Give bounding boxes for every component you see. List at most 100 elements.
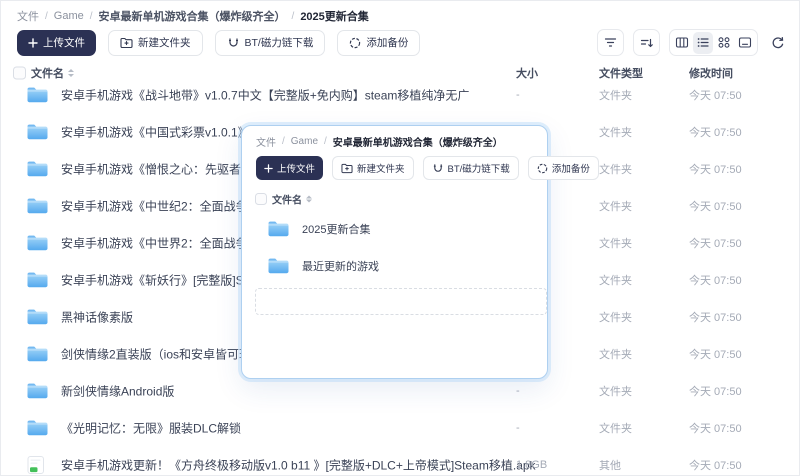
plus-icon (28, 37, 38, 48)
popup-bt-download-label: BT/磁力链下载 (447, 164, 510, 175)
sort-arrows-icon (306, 195, 312, 203)
breadcrumb-item[interactable]: 文件 (256, 134, 276, 149)
view-controls (597, 29, 789, 56)
refresh-icon (771, 36, 785, 50)
popup-table-header: 文件名 (242, 190, 547, 208)
table-row[interactable]: 2025更新合集 (242, 210, 547, 247)
column-view-icon (675, 36, 689, 49)
file-name: 安卓手机游戏《战斗地带》v1.0.7中文【完整版+免内购】steam移植纯净无广 (61, 88, 470, 102)
plus-icon (264, 163, 273, 173)
file-type: 文件夹 (599, 274, 632, 287)
backup-circle-icon (349, 37, 361, 49)
popup-column-header-name[interactable]: 文件名 (272, 192, 312, 207)
filter-button[interactable] (597, 29, 624, 56)
file-name: 剑侠情缘2直装版（ios和安卓皆可玩） (61, 347, 264, 361)
breadcrumb-item[interactable]: Game (291, 136, 318, 147)
folder-plus-icon (341, 163, 353, 174)
refresh-button[interactable] (767, 32, 789, 54)
breadcrumb-item[interactable]: 安卓最新单机游戏合集（爆炸级齐全） (99, 8, 286, 24)
popup-file-list: 2025更新合集 最近更新的游戏 (242, 210, 547, 284)
file-modified-time: 今天 07:50 (689, 385, 742, 398)
magnet-icon (227, 37, 240, 49)
upload-file-button[interactable]: 上传文件 (17, 29, 96, 56)
new-folder-button[interactable]: 新建文件夹 (108, 29, 203, 56)
list-view-icon (696, 36, 710, 49)
breadcrumb: 文件 / Game / 安卓最新单机游戏合集（爆炸级齐全） / 2025更新合集 (17, 9, 369, 23)
breadcrumb-item[interactable]: 文件 (17, 8, 39, 24)
breadcrumb-separator: / (89, 10, 93, 22)
sort-button[interactable] (633, 29, 660, 56)
file-type: 文件夹 (599, 311, 632, 324)
view-mode-switcher (669, 29, 758, 56)
file-name: 黑神话像素版 (61, 310, 134, 324)
filter-icon (604, 37, 617, 49)
popup-select-all-checkbox[interactable] (255, 193, 267, 205)
file-manager-window: 文件 / Game / 安卓最新单机游戏合集（爆炸级齐全） / 2025更新合集 上传文件 … (0, 0, 800, 476)
folder-icon (27, 420, 48, 436)
file-type: 文件夹 (599, 348, 632, 361)
popup-new-folder-button[interactable]: 新建文件夹 (332, 156, 414, 180)
file-name: 安卓手机游戏更新！《方舟终极移动版v1.0 b11 》[完整版+DLC+上帝模式… (61, 458, 536, 472)
sort-icon (640, 37, 653, 49)
list-view-button[interactable] (693, 31, 713, 54)
file-modified-time: 今天 07:50 (689, 200, 742, 213)
popup-toolbar: 上传文件 新建文件夹 BT/磁力链下载 添加备份 (256, 156, 599, 180)
magnet-icon (432, 163, 444, 174)
file-modified-time: 今天 07:50 (689, 237, 742, 250)
file-modified-time: 今天 07:50 (689, 348, 742, 361)
file-size: - (516, 384, 520, 397)
breadcrumb-item[interactable]: Game (54, 10, 84, 22)
file-name: 2025更新合集 (302, 223, 371, 236)
file-modified-time: 今天 07:50 (689, 274, 742, 287)
folder-icon (27, 87, 48, 103)
popup-upload-file-button[interactable]: 上传文件 (256, 156, 324, 180)
file-modified-time: 今天 07:50 (689, 311, 742, 324)
add-backup-label: 添加备份 (366, 37, 409, 49)
column-view-button[interactable] (672, 32, 692, 54)
folder-icon (27, 124, 48, 140)
file-name: 新剑侠情缘Android版 (61, 384, 175, 398)
table-row[interactable]: 最近更新的游戏 (242, 247, 547, 284)
card-view-icon (738, 36, 752, 49)
breadcrumb-separator: / (282, 135, 285, 147)
file-modified-time: 今天 07:50 (689, 163, 742, 176)
folder-icon (27, 198, 48, 214)
file-modified-time: 今天 07:50 (689, 89, 742, 102)
folder-icon (27, 309, 48, 325)
file-type: 文件夹 (599, 126, 632, 139)
add-backup-button[interactable]: 添加备份 (337, 29, 421, 56)
popup-breadcrumb: 文件 / Game / 安卓最新单机游戏合集（爆炸级齐全） (256, 134, 503, 149)
table-row[interactable]: 《光明记忆：无限》服装DLC解锁 - 文件夹 今天 07:50 (1, 409, 799, 446)
grid-view-icon (717, 36, 731, 49)
popup-bt-magnet-download-button[interactable]: BT/磁力链下载 (422, 156, 519, 180)
breadcrumb-separator: / (324, 135, 327, 147)
breadcrumb-separator: / (291, 10, 295, 22)
folder-icon (268, 221, 289, 237)
folder-icon (27, 272, 48, 288)
file-type: 文件夹 (599, 163, 632, 176)
bt-magnet-download-button[interactable]: BT/磁力链下载 (214, 29, 326, 56)
drop-zone[interactable] (255, 288, 547, 315)
backup-circle-icon (537, 163, 548, 174)
popup-upload-file-label: 上传文件 (277, 164, 316, 175)
new-folder-label: 新建文件夹 (138, 37, 191, 49)
file-type: 文件夹 (599, 422, 632, 435)
grid-view-button[interactable] (714, 32, 734, 54)
file-size: - (516, 421, 520, 434)
folder-icon (27, 346, 48, 362)
breadcrumb-separator: / (45, 10, 48, 22)
upload-file-label: 上传文件 (43, 37, 85, 49)
card-view-button[interactable] (735, 32, 755, 54)
apk-file-icon (27, 455, 45, 475)
file-type: 文件夹 (599, 200, 632, 213)
folder-icon (27, 161, 48, 177)
file-type: 文件夹 (599, 237, 632, 250)
table-row[interactable]: 安卓手机游戏更新！《方舟终极移动版v1.0 b11 》[完整版+DLC+上帝模式… (1, 446, 799, 475)
popup-add-backup-button[interactable]: 添加备份 (527, 156, 599, 180)
folder-plus-icon (120, 37, 133, 49)
table-row[interactable]: 安卓手机游戏《战斗地带》v1.0.7中文【完整版+免内购】steam移植纯净无广… (1, 76, 799, 113)
popup-new-folder-label: 新建文件夹 (357, 164, 405, 175)
file-type: 文件夹 (599, 89, 632, 102)
folder-preview-popup: 文件 / Game / 安卓最新单机游戏合集（爆炸级齐全） 上传文件 新建文件夹 BT/… (241, 125, 599, 379)
file-modified-time: 今天 07:50 (689, 126, 742, 139)
